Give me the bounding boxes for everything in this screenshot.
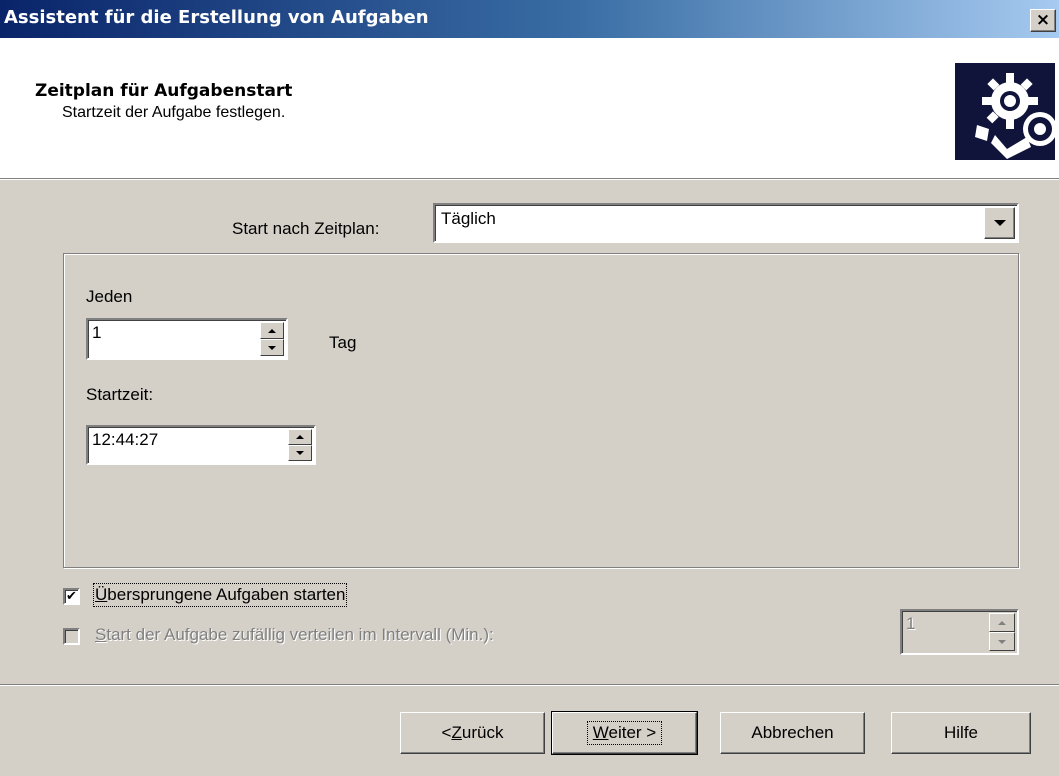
back-button[interactable]: < Zurück: [400, 712, 545, 754]
day-unit-label: Tag: [329, 333, 357, 352]
start-time-label: Startzeit:: [86, 385, 154, 404]
page-subtitle: Startzeit der Aufgabe festlegen.: [62, 104, 286, 121]
random-interval-stepper[interactable]: 1: [900, 609, 1019, 655]
spin-down-button[interactable]: [989, 632, 1015, 651]
skipped-tasks-checkbox[interactable]: ✔: [63, 588, 80, 605]
spin-up-button[interactable]: [989, 613, 1015, 632]
skipped-tasks-label[interactable]: Übersprungene Aufgaben starten: [92, 583, 348, 607]
next-button[interactable]: Weiter >: [551, 711, 698, 755]
close-icon: ×: [1035, 10, 1051, 30]
random-interval-spin[interactable]: [989, 613, 1015, 651]
spin-up-button[interactable]: [288, 429, 312, 445]
start-time-spin[interactable]: [288, 429, 312, 461]
every-days-spin[interactable]: [260, 322, 284, 356]
daily-settings-group: [63, 253, 1019, 568]
every-label: Jeden: [86, 287, 133, 306]
dropdown-button[interactable]: [984, 207, 1015, 239]
cancel-button[interactable]: Abbrechen: [720, 712, 865, 754]
gears-schedule-icon: [955, 63, 1055, 160]
spin-down-button[interactable]: [260, 339, 284, 356]
arrow-up-icon: [268, 328, 276, 333]
random-interval-label: Start der Aufgabe zufällig verteilen im …: [95, 625, 494, 644]
schedule-label: Start nach Zeitplan:: [232, 219, 380, 238]
start-time-value: 12:44:27: [92, 430, 159, 449]
arrow-down-icon: [268, 345, 276, 350]
arrow-up-icon: [998, 620, 1006, 625]
spin-up-button[interactable]: [260, 322, 284, 339]
random-interval-checkbox[interactable]: [63, 628, 80, 645]
page-title: Zeitplan für Aufgabenstart: [35, 81, 293, 101]
random-interval-value: 1: [906, 614, 916, 633]
checkmark-icon: ✔: [66, 589, 77, 604]
help-button[interactable]: Hilfe: [891, 712, 1031, 754]
window-title: Assistent für die Erstellung von Aufgabe…: [4, 7, 429, 28]
every-days-stepper[interactable]: 1: [86, 318, 288, 360]
arrow-up-icon: [296, 435, 304, 439]
chevron-down-icon: [993, 220, 1006, 226]
close-button[interactable]: ×: [1030, 9, 1056, 32]
every-days-value: 1: [92, 323, 102, 342]
arrow-down-icon: [296, 451, 304, 455]
spin-down-button[interactable]: [288, 445, 312, 461]
arrow-down-icon: [998, 639, 1006, 644]
schedule-combo-value: Täglich: [441, 209, 496, 228]
start-time-field[interactable]: 12:44:27: [86, 425, 316, 465]
schedule-combo[interactable]: Täglich: [433, 203, 1019, 243]
